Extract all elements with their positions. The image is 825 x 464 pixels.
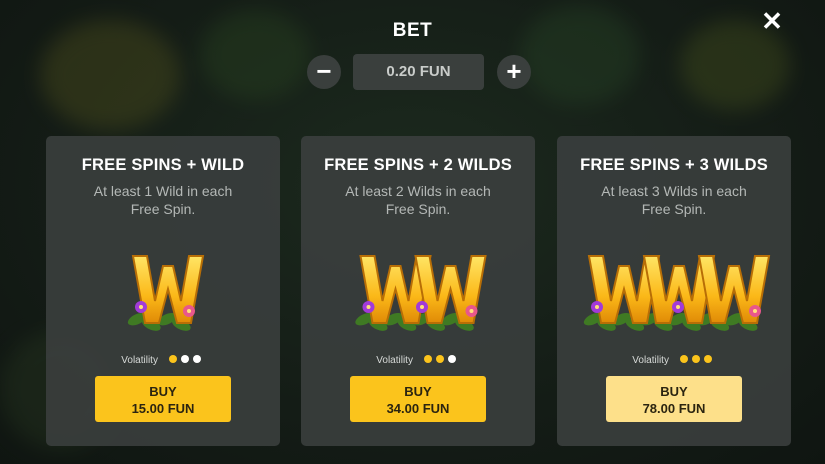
card-title: FREE SPINS + WILD: [81, 156, 245, 174]
buy-label: BUY: [404, 384, 432, 399]
card-title: FREE SPINS + 3 WILDS: [580, 156, 768, 174]
volatility-indicator: Volatility: [46, 355, 280, 366]
volatility-label: Volatility: [632, 355, 669, 367]
volatility-dot: [447, 355, 456, 363]
bet-value: 0.20 FUN: [353, 54, 484, 90]
buy-price: 34.00 FUN: [386, 401, 450, 416]
minus-icon: −: [316, 56, 332, 86]
feature-card: FREE SPINS + WILD At least 1 Wild in eac…: [46, 136, 280, 446]
volatility-dot: [435, 355, 444, 363]
increase-bet-button[interactable]: +: [497, 55, 531, 89]
plus-icon: +: [506, 56, 522, 86]
card-description: At least 2 Wilds in each Free Spin.: [345, 183, 491, 217]
bet-title: BET: [392, 20, 433, 41]
volatility-dot: [423, 355, 432, 363]
feature-card: FREE SPINS + 2 WILDS At least 2 Wilds in…: [301, 136, 535, 446]
wild-artwork: [583, 255, 771, 331]
close-icon[interactable]: ✕: [759, 8, 785, 34]
volatility-label: Volatility: [121, 355, 158, 367]
card-title: FREE SPINS + 2 WILDS: [324, 156, 512, 174]
card-description: At least 1 Wild in each Free Spin.: [93, 183, 233, 217]
volatility-dot: [691, 355, 700, 363]
volatility-label: Volatility: [376, 355, 413, 367]
bet-stepper: − 0.20 FUN +: [307, 54, 531, 90]
buy-button[interactable]: BUY 78.00 FUN: [606, 376, 742, 422]
buy-label: BUY: [660, 384, 688, 399]
volatility-dot: [192, 355, 201, 363]
wild-artwork: [127, 255, 205, 331]
volatility-dot: [180, 355, 189, 363]
buy-label: BUY: [149, 384, 177, 399]
card-description: At least 3 Wilds in each Free Spin.: [601, 183, 747, 217]
decrease-bet-button[interactable]: −: [307, 55, 341, 89]
volatility-indicator: Volatility: [301, 355, 535, 366]
volatility-indicator: Volatility: [557, 355, 791, 366]
feature-card: FREE SPINS + 3 WILDS At least 3 Wilds in…: [557, 136, 791, 446]
buy-button[interactable]: BUY 34.00 FUN: [350, 376, 486, 422]
volatility-dot: [168, 355, 177, 363]
buy-price: 78.00 FUN: [642, 401, 706, 416]
buy-button[interactable]: BUY 15.00 FUN: [95, 376, 231, 422]
wild-artwork: [355, 255, 487, 331]
volatility-dot: [679, 355, 688, 363]
volatility-dot: [703, 355, 712, 363]
buy-price: 15.00 FUN: [131, 401, 195, 416]
